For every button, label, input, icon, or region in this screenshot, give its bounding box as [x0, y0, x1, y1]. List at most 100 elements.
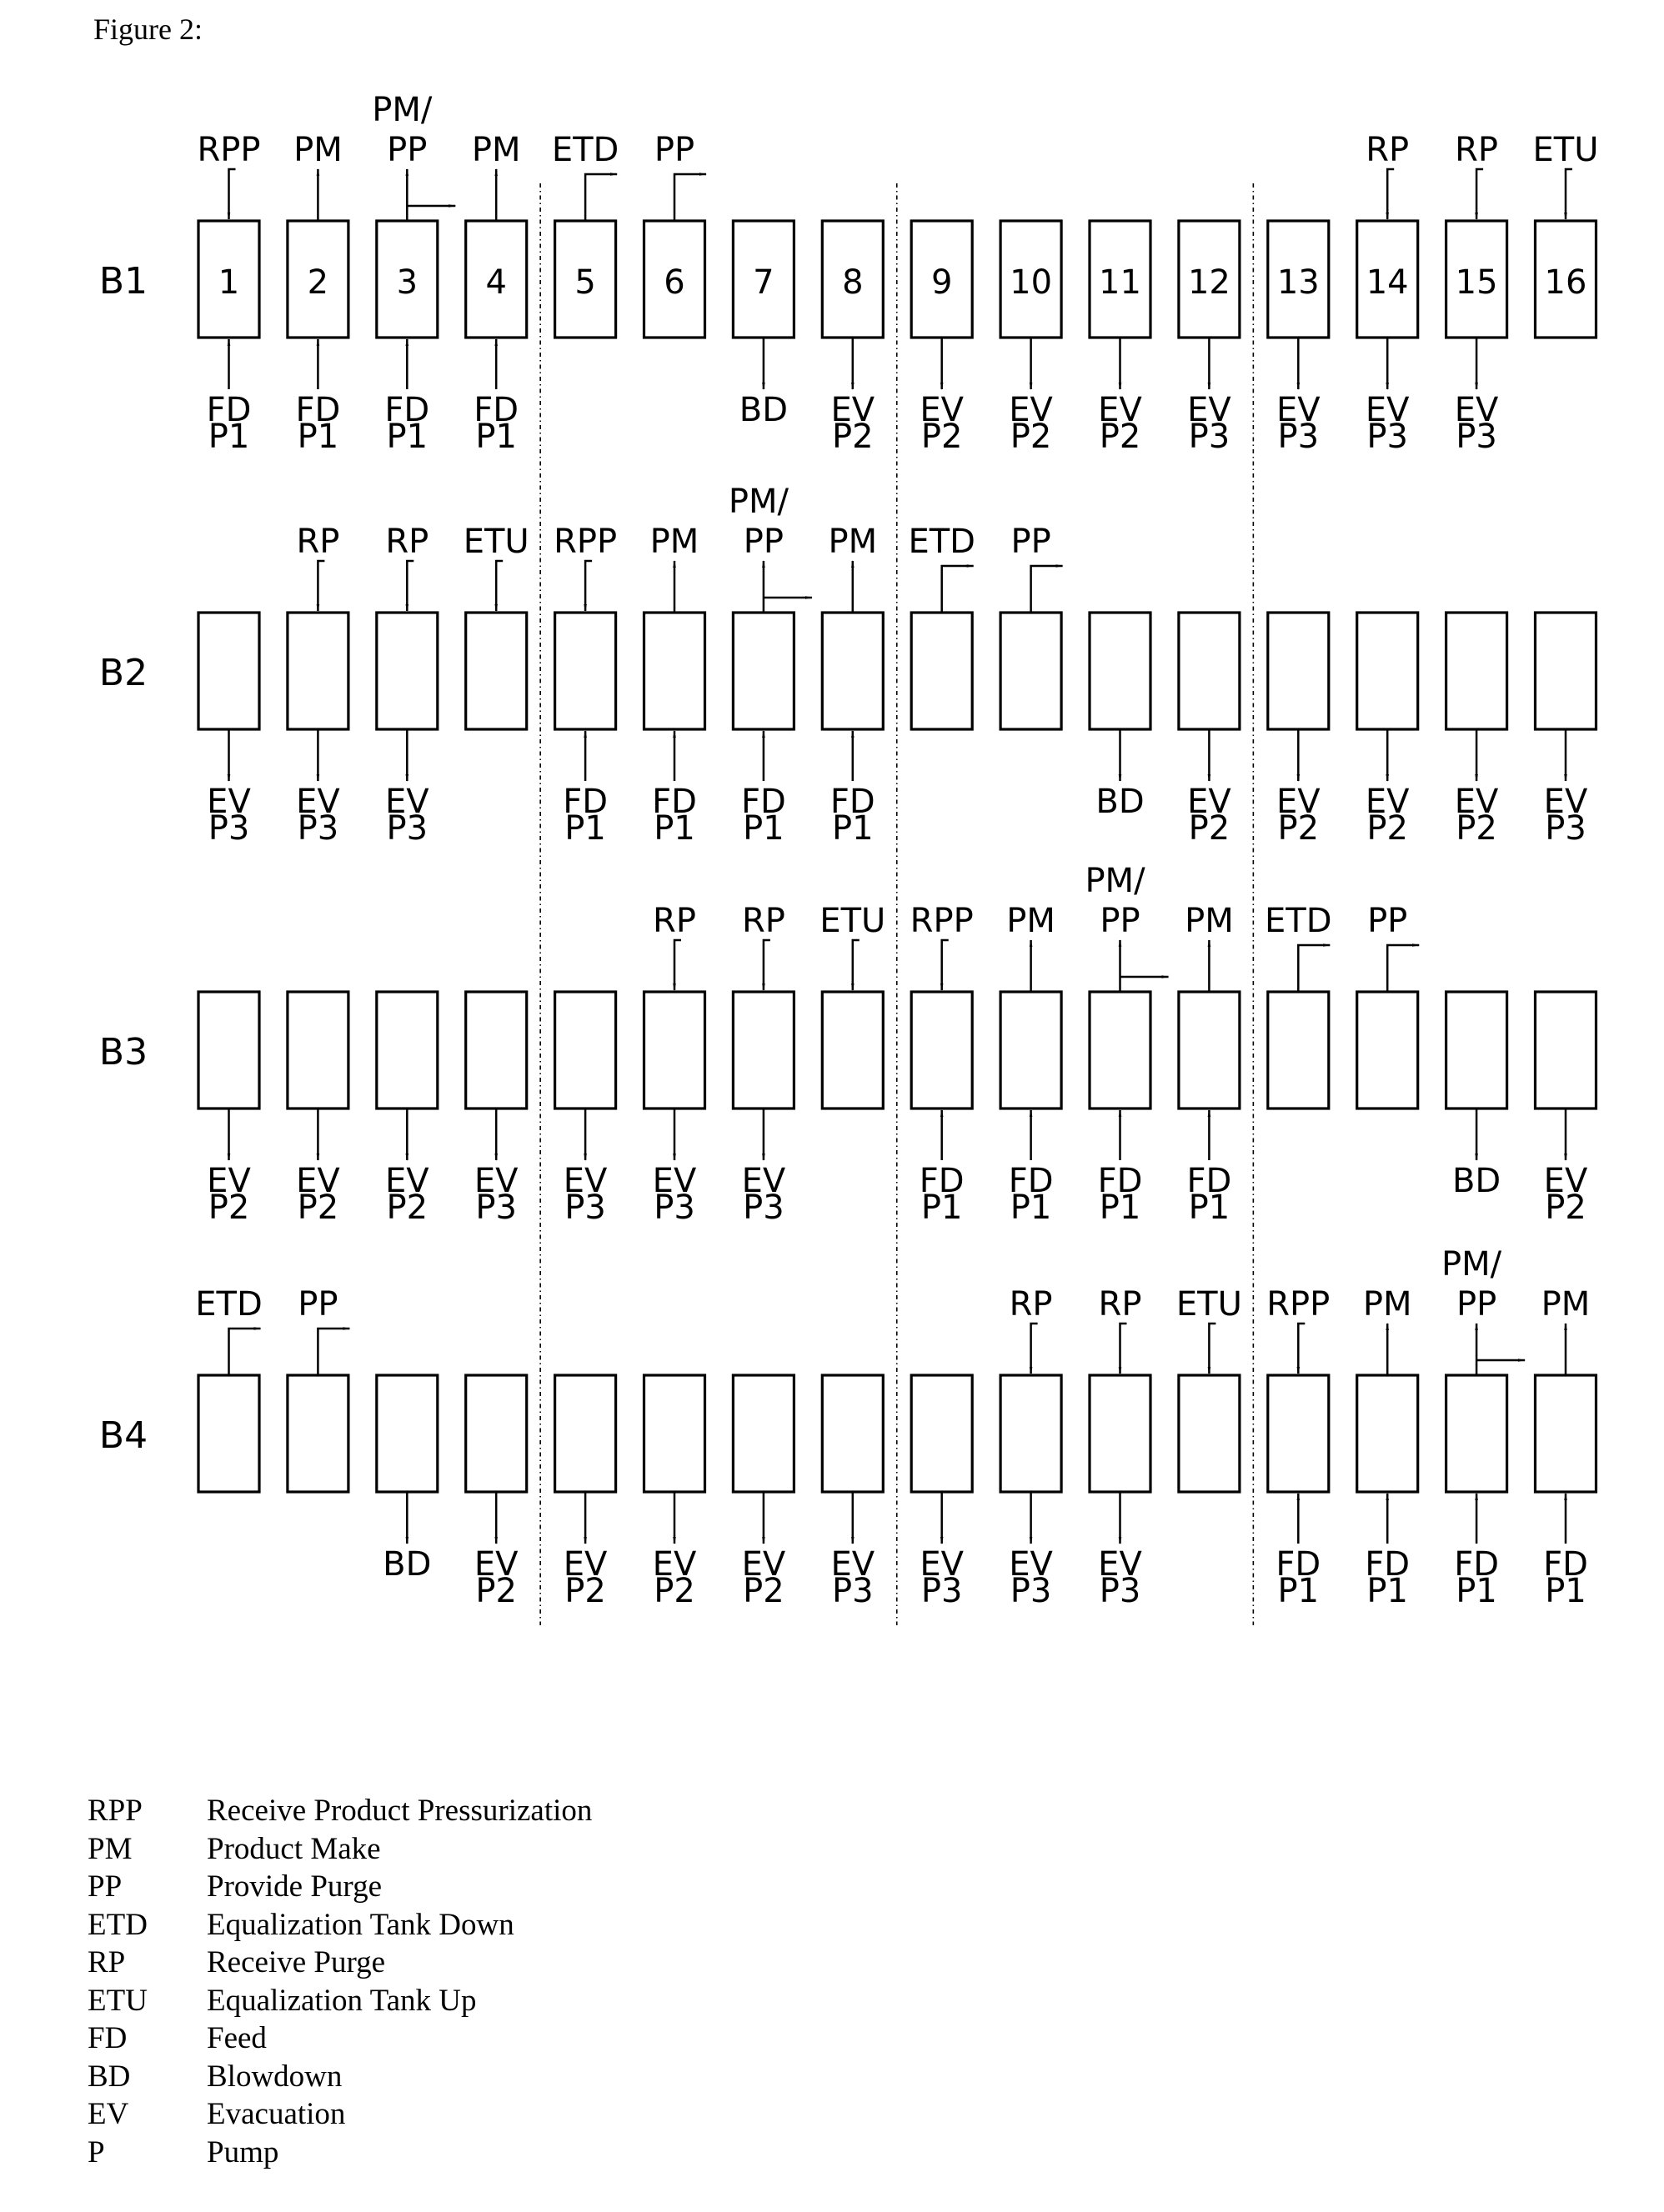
elbow-outflow-arrow	[673, 173, 707, 221]
step-cell: RPEVP3	[999, 1285, 1063, 1610]
step-cell: BD	[1088, 611, 1152, 821]
adsorber-bed-box	[375, 611, 439, 731]
top-step-label: RPP	[554, 523, 617, 561]
legend-item: FD Feed	[88, 2019, 592, 2058]
adsorber-bed-box	[375, 990, 439, 1110]
top-step-label: RPP	[910, 902, 974, 940]
pump-label: P3	[208, 809, 250, 848]
adsorber-bed-box	[197, 990, 261, 1110]
adsorber-bed-box	[553, 990, 618, 1110]
adsorber-bed-box	[286, 1374, 350, 1494]
pump-label: P2	[1366, 809, 1408, 848]
step-cell: RPPFDP1	[553, 523, 618, 848]
top-step-label: PP	[1100, 902, 1140, 940]
pump-label: P3	[1189, 418, 1230, 456]
pump-label: P3	[298, 809, 339, 848]
legend-abbreviation: FD	[88, 2021, 128, 2055]
step-cell: 1RPPFDP1	[197, 131, 261, 456]
pump-label: P2	[1278, 809, 1320, 848]
step-cell: EVP2	[1266, 611, 1331, 848]
step-cell: ETD	[1265, 902, 1332, 1110]
inflow-arrow	[851, 938, 860, 991]
top-step-label: RP	[1099, 1285, 1142, 1324]
step-cell: 13EVP3	[1266, 219, 1331, 456]
top-step-label: PM	[1185, 902, 1234, 940]
elbow-outflow-arrow	[317, 1327, 351, 1375]
legend-abbreviation: PM	[88, 1831, 133, 1866]
step-cell: 7 BD	[731, 219, 796, 429]
top-step-label: RP	[653, 902, 696, 940]
legend-item: RPP Receive Product Pressurization	[88, 1792, 592, 1830]
step-cell: PMFDP1	[1356, 1285, 1420, 1610]
pump-label: P2	[1456, 809, 1497, 848]
legend-meaning: Provide Purge	[207, 1869, 383, 1904]
adsorber-bed-box	[642, 990, 707, 1110]
elbow-outflow-arrow	[1297, 943, 1331, 992]
adsorber-bed-box	[1444, 990, 1509, 1110]
step-cell: EVP3	[820, 1374, 885, 1610]
pump-label: P2	[475, 1572, 517, 1610]
adsorber-bed-box	[1088, 1374, 1152, 1494]
pump-label: P1	[564, 809, 606, 848]
step-cell: PM/PPFDP1	[1441, 1245, 1526, 1610]
step-cell: EVP2	[1533, 990, 1598, 1227]
bed-label: B3	[99, 1031, 148, 1073]
step-cell: RPEVP3	[642, 902, 707, 1227]
adsorber-bed-box	[197, 611, 261, 731]
step-cell: 3PM/PPFDP1	[372, 91, 457, 456]
pump-label: P1	[654, 809, 695, 848]
step-cell: EVP2	[286, 990, 350, 1227]
pump-label: P2	[1189, 809, 1230, 848]
pump-label: P1	[1278, 1572, 1320, 1610]
step-cell: PMFDP1	[820, 523, 885, 848]
bed-row-b3: B3EVP2EVP2EVP2EVP3EVP3RPEVP3RPEVP3ETU RPP…	[99, 862, 1598, 1227]
adsorber-bed-box	[910, 1374, 974, 1494]
pump-label: P3	[654, 1189, 695, 1227]
top-step-label: PP	[744, 523, 784, 561]
legend-meaning: Equalization Tank Up	[207, 1983, 477, 2018]
top-step-label: RP	[1010, 1285, 1053, 1324]
adsorber-bed-box	[820, 1374, 885, 1494]
top-step-label: RP	[742, 902, 785, 940]
step-cell: ETU	[464, 523, 529, 731]
legend-item: P Pump	[88, 2134, 592, 2172]
bed-row-b4: B4ETD PPBD EVP2EVP2EVP2EVP2EVP3EVP3RPEVP3R…	[99, 1245, 1598, 1610]
step-cell: 12EVP3	[1177, 219, 1241, 456]
adsorber-bed-box	[1356, 1374, 1420, 1494]
adsorber-bed-box	[375, 1374, 439, 1494]
step-cell: EVP3	[464, 990, 529, 1227]
legend-abbreviation: RP	[88, 1945, 126, 1979]
step-cell: EVP2	[464, 1374, 529, 1610]
pump-label: P3	[1545, 809, 1586, 848]
step-cell: EVP2	[1177, 611, 1241, 848]
bed-row-b1: B1 1RPPFDP12PMFDP13PM/PPFDP14PMFDP15ETD6P…	[99, 91, 1599, 456]
bottom-step-label: BD	[1452, 1162, 1501, 1200]
adsorber-bed-box	[731, 611, 796, 731]
adsorber-bed-box	[999, 611, 1063, 731]
adsorber-bed-box	[1266, 1374, 1331, 1494]
top-step-label: ETD	[552, 131, 619, 169]
pump-label: P1	[1456, 1572, 1497, 1610]
step-cell: EVP2	[642, 1374, 707, 1610]
step-cell: PP	[1356, 902, 1421, 1110]
adsorber-bed-box	[820, 990, 885, 1110]
step-cell: ETU	[819, 902, 885, 1110]
bottom-step-label: BD	[739, 391, 788, 429]
adsorber-bed-box	[820, 611, 885, 731]
adsorber-bed-box	[1533, 1374, 1598, 1494]
adsorber-bed-box	[1356, 990, 1420, 1110]
pump-label: P2	[743, 1572, 784, 1610]
legend-abbreviation: ETD	[88, 1907, 148, 1942]
step-cell: 4PMFDP1	[464, 131, 529, 456]
pump-label: P3	[564, 1189, 606, 1227]
pump-label: P3	[475, 1189, 517, 1227]
step-cell: EVP3	[910, 1374, 974, 1610]
legend-meaning: Evacuation	[207, 2097, 346, 2131]
adsorber-bed-box	[731, 1374, 796, 1494]
top-step-label: PM	[293, 131, 343, 169]
top-step-label: PM	[650, 523, 699, 561]
pump-label: P3	[1278, 418, 1320, 456]
top-step-label: PP	[387, 131, 427, 169]
top-label-prefix: PM/	[1085, 862, 1145, 900]
legend-meaning: Pump	[207, 2134, 279, 2169]
